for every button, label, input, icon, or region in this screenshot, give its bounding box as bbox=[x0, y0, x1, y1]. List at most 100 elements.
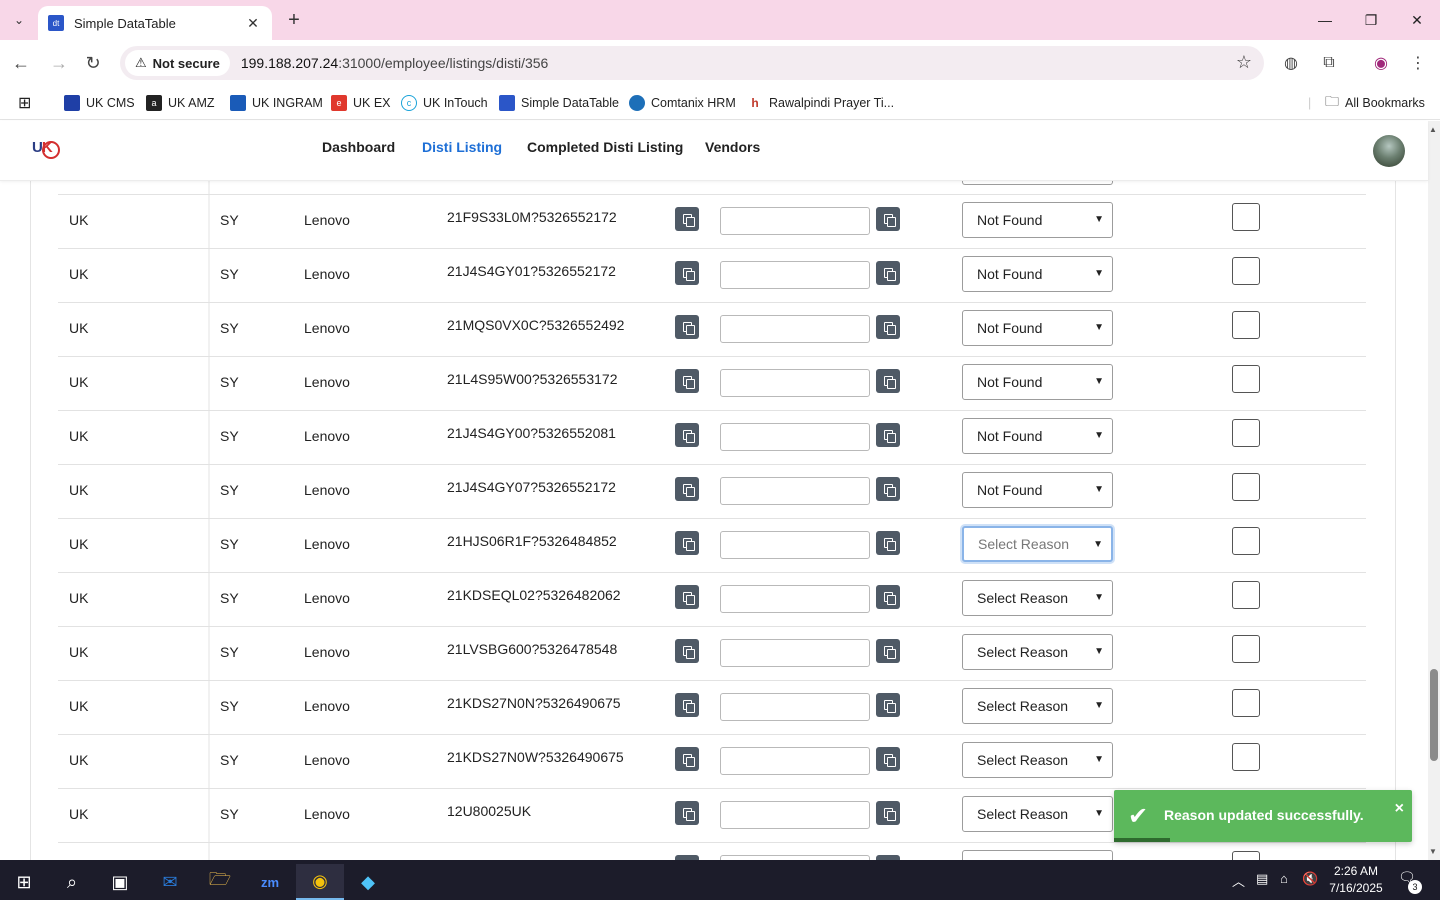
bookmark-comtanix-hrm[interactable]: Comtanix HRM bbox=[629, 92, 736, 114]
copy-input-button[interactable] bbox=[876, 369, 900, 393]
reason-select[interactable]: Select Reason ▼ bbox=[962, 634, 1113, 670]
toast-close-icon[interactable]: × bbox=[1395, 800, 1404, 818]
copy-sku-button[interactable] bbox=[675, 477, 699, 501]
bookmark-uk-intouch[interactable]: c UK InTouch bbox=[401, 92, 488, 114]
restore-icon[interactable]: ❐ bbox=[1348, 6, 1394, 34]
copy-input-button[interactable] bbox=[876, 261, 900, 285]
tab-close-icon[interactable]: ✕ bbox=[244, 15, 262, 32]
reason-select[interactable]: Select Reason ▼ bbox=[962, 796, 1113, 832]
row-checkbox[interactable] bbox=[1232, 365, 1260, 393]
url-text[interactable]: 199.188.207.24:31000/employee/listings/d… bbox=[241, 55, 548, 71]
copy-sku-button[interactable] bbox=[675, 207, 699, 231]
new-tab-plus-icon[interactable]: + bbox=[282, 8, 306, 32]
network-icon[interactable]: ⌂ bbox=[1280, 871, 1288, 886]
copy-input-button[interactable] bbox=[876, 801, 900, 825]
app-diamond-icon[interactable]: ◆ bbox=[344, 864, 392, 900]
row-checkbox[interactable] bbox=[1232, 581, 1260, 609]
copy-sku-button[interactable] bbox=[675, 693, 699, 717]
copy-sku-button[interactable] bbox=[675, 801, 699, 825]
windows-start-icon[interactable]: ⊞ bbox=[0, 864, 48, 900]
bookmark-star-icon[interactable]: ☆ bbox=[1236, 52, 1252, 73]
copy-input-button[interactable] bbox=[876, 639, 900, 663]
apps-grid-icon[interactable]: ⊞ bbox=[18, 92, 31, 114]
notes-input[interactable] bbox=[720, 747, 870, 775]
notes-input[interactable] bbox=[720, 639, 870, 667]
copy-sku-button[interactable] bbox=[675, 639, 699, 663]
copy-sku-button[interactable] bbox=[675, 261, 699, 285]
row-checkbox[interactable] bbox=[1232, 311, 1260, 339]
row-checkbox[interactable] bbox=[1232, 689, 1260, 717]
notes-input[interactable] bbox=[720, 423, 870, 451]
copy-input-button[interactable] bbox=[876, 585, 900, 609]
tray-chevron-icon[interactable]: ︿ bbox=[1232, 871, 1245, 890]
copy-sku-button[interactable] bbox=[675, 747, 699, 771]
bookmark-simple-datatable[interactable]: Simple DataTable bbox=[499, 92, 619, 114]
taskbar-clock[interactable]: 2:26 AM 7/16/2025 bbox=[1326, 863, 1386, 897]
row-checkbox[interactable] bbox=[1232, 635, 1260, 663]
reason-select[interactable] bbox=[962, 850, 1113, 860]
notes-input[interactable] bbox=[720, 801, 870, 829]
task-view-icon[interactable]: ▣ bbox=[96, 864, 144, 900]
bookmark-uk-amz[interactable]: a UK AMZ bbox=[146, 92, 215, 114]
copy-input-button[interactable] bbox=[876, 693, 900, 717]
notes-input[interactable] bbox=[720, 369, 870, 397]
not-secure-chip[interactable]: ⚠ Not secure bbox=[125, 50, 230, 76]
reason-select[interactable]: Not Found ▼ bbox=[962, 202, 1113, 238]
row-checkbox[interactable] bbox=[1232, 743, 1260, 771]
notes-input[interactable] bbox=[720, 693, 870, 721]
notes-input[interactable] bbox=[720, 585, 870, 613]
row-checkbox[interactable] bbox=[1232, 851, 1260, 860]
nav-completed-disti-listing[interactable]: Completed Disti Listing bbox=[527, 139, 683, 155]
back-arrow-icon[interactable]: ← bbox=[8, 50, 34, 76]
file-explorer-icon[interactable]: 🗁 bbox=[196, 864, 244, 900]
nav-disti-listing[interactable]: Disti Listing bbox=[422, 139, 502, 155]
bookmark-uk-ex[interactable]: e UK EX bbox=[331, 92, 391, 114]
bookmark-uk-cms[interactable]: UK CMS bbox=[64, 92, 135, 114]
reason-select[interactable]: Select Reason ▼ bbox=[962, 580, 1113, 616]
forward-arrow-icon[interactable]: → bbox=[46, 50, 72, 76]
nav-dashboard[interactable]: Dashboard bbox=[322, 139, 395, 155]
notes-input[interactable] bbox=[720, 261, 870, 289]
kebab-menu-icon[interactable]: ⋮ bbox=[1407, 52, 1429, 74]
browser-tab[interactable]: dt Simple DataTable ✕ bbox=[38, 6, 272, 40]
nav-vendors[interactable]: Vendors bbox=[705, 139, 760, 155]
bookmark-rawalpindi-prayer[interactable]: h Rawalpindi Prayer Ti... bbox=[747, 92, 894, 114]
row-checkbox[interactable] bbox=[1232, 527, 1260, 555]
row-checkbox[interactable] bbox=[1232, 257, 1260, 285]
row-checkbox[interactable] bbox=[1232, 473, 1260, 501]
copy-sku-button[interactable] bbox=[675, 531, 699, 555]
reload-icon[interactable]: ↻ bbox=[80, 50, 106, 76]
row-checkbox[interactable] bbox=[1232, 419, 1260, 447]
reason-select[interactable]: Not Found ▼ bbox=[962, 310, 1113, 346]
scroll-thumb[interactable] bbox=[1430, 669, 1438, 761]
tab-search-chevron-icon[interactable]: ⌄ bbox=[6, 8, 32, 32]
copy-input-button[interactable] bbox=[876, 477, 900, 501]
reason-select[interactable]: Not Found ▼ bbox=[962, 364, 1113, 400]
address-bar[interactable]: ⚠ Not secure 199.188.207.24:31000/employ… bbox=[120, 46, 1264, 80]
bookmark-uk-ingram[interactable]: UK INGRAM bbox=[230, 92, 323, 114]
copy-sku-button[interactable] bbox=[675, 315, 699, 339]
notes-input[interactable] bbox=[720, 531, 870, 559]
copy-input-button[interactable] bbox=[876, 747, 900, 771]
all-bookmarks[interactable]: 🗀 All Bookmarks bbox=[1325, 92, 1425, 114]
volume-muted-icon[interactable]: 🔇 bbox=[1302, 871, 1318, 887]
row-checkbox[interactable] bbox=[1232, 203, 1260, 231]
copy-input-button[interactable] bbox=[876, 315, 900, 339]
notes-input[interactable] bbox=[720, 207, 870, 235]
profile-icon[interactable]: ◉ bbox=[1370, 52, 1392, 74]
zoom-icon[interactable]: zm bbox=[246, 864, 294, 900]
uk-logo[interactable]: UK bbox=[32, 139, 60, 163]
reason-select[interactable]: Select Reason ▼ bbox=[962, 526, 1113, 562]
page-scrollbar[interactable]: ▲ ▼ bbox=[1428, 121, 1440, 860]
scroll-up-arrow-icon[interactable]: ▲ bbox=[1429, 125, 1437, 134]
copy-input-button[interactable] bbox=[876, 531, 900, 555]
copy-sku-button[interactable] bbox=[675, 369, 699, 393]
copy-sku-button[interactable] bbox=[675, 423, 699, 447]
user-avatar[interactable] bbox=[1373, 135, 1405, 167]
reason-select[interactable]: Not Found ▼ bbox=[962, 472, 1113, 508]
reason-select[interactable]: Select Reason ▼ bbox=[962, 742, 1113, 778]
copy-sku-button[interactable] bbox=[675, 585, 699, 609]
translate-globe-icon[interactable]: ◍ bbox=[1280, 52, 1302, 74]
reason-select[interactable] bbox=[962, 181, 1113, 185]
reason-select[interactable]: Not Found ▼ bbox=[962, 256, 1113, 292]
